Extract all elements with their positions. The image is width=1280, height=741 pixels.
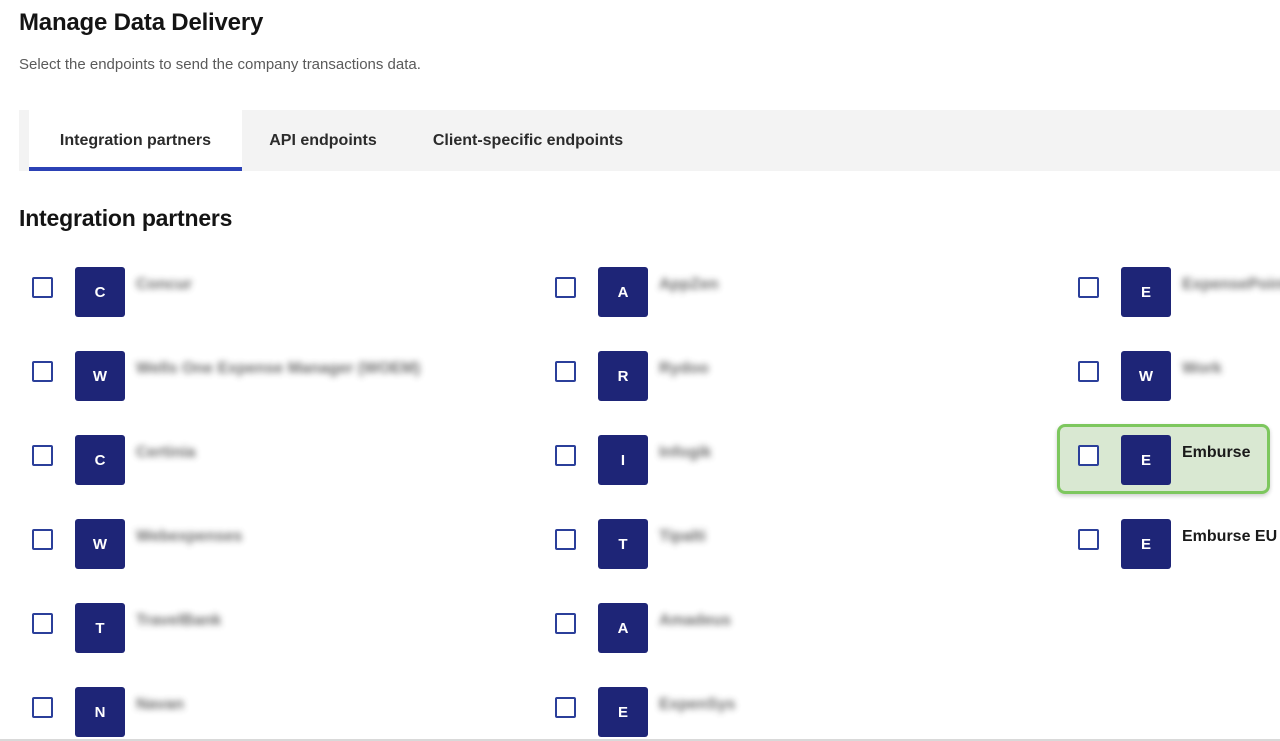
partner-checkbox[interactable] (555, 361, 576, 382)
partner-logo: C (75, 435, 125, 485)
emburse-checkbox[interactable] (1078, 445, 1099, 466)
partner-row: E ExpensePoint (1076, 266, 1280, 350)
partner-checkbox[interactable] (555, 529, 576, 550)
partner-row: N Navan (30, 686, 550, 741)
partner-row: C Certinia (30, 434, 550, 518)
partner-row: A AppZen (553, 266, 1073, 350)
partner-name: ExpensePoint (1182, 276, 1280, 293)
partner-logo: T (598, 519, 648, 569)
partner-name: Amadeus (659, 612, 732, 629)
partner-row: E ExpenSys (553, 686, 1073, 741)
partner-name: Webexpenses (136, 528, 243, 545)
page-subtitle: Select the endpoints to send the company… (19, 56, 421, 73)
partner-logo: W (75, 519, 125, 569)
partner-name: Certinia (136, 444, 196, 461)
partner-checkbox[interactable] (32, 529, 53, 550)
partner-name: Tipalti (659, 528, 706, 545)
partner-logo: W (75, 351, 125, 401)
partner-name-emburse: Emburse (1182, 444, 1251, 461)
partner-column-2: A AppZen R Rydoo I Infogik T Tipalti A A… (553, 266, 1073, 741)
partner-name: Navan (136, 696, 185, 713)
partner-checkbox[interactable] (1078, 277, 1099, 298)
tab-bar: Integration partners API endpoints Clien… (19, 110, 1280, 171)
tab-client-specific-endpoints[interactable]: Client-specific endpoints (404, 110, 652, 171)
partner-name: Infogik (659, 444, 712, 461)
tab-integration-partners[interactable]: Integration partners (29, 110, 242, 171)
partner-checkbox[interactable] (1078, 361, 1099, 382)
tab-api-endpoints[interactable]: API endpoints (242, 110, 404, 171)
partner-logo: C (75, 267, 125, 317)
partner-checkbox[interactable] (555, 445, 576, 466)
partner-name: AppZen (659, 276, 719, 293)
partner-checkbox[interactable] (32, 697, 53, 718)
partner-checkbox[interactable] (32, 613, 53, 634)
section-title: Integration partners (19, 205, 233, 231)
partner-logo: E (1121, 435, 1171, 485)
partner-logo: E (598, 687, 648, 737)
partner-row: R Rydoo (553, 350, 1073, 434)
page-title: Manage Data Delivery (19, 9, 264, 36)
emburse-eu-checkbox[interactable] (1078, 529, 1099, 550)
partner-checkbox[interactable] (555, 697, 576, 718)
partner-row: I Infogik (553, 434, 1073, 518)
partner-column-1: C Concur W Wells One Expense Manager (WO… (30, 266, 550, 741)
partner-row: W Wells One Expense Manager (WOEM) (30, 350, 550, 434)
partner-name: ExpenSys (659, 696, 736, 713)
partner-checkbox[interactable] (32, 361, 53, 382)
partner-checkbox[interactable] (32, 445, 53, 466)
partner-row-emburse-eu: E Emburse EU (1076, 518, 1280, 602)
partner-logo: E (1121, 267, 1171, 317)
partner-row: W Work (1076, 350, 1280, 434)
partner-logo: R (598, 351, 648, 401)
partner-checkbox[interactable] (32, 277, 53, 298)
partner-logo: W (1121, 351, 1171, 401)
partner-row: T TravelBank (30, 602, 550, 686)
partner-logo: A (598, 267, 648, 317)
partner-name-emburse-eu: Emburse EU (1182, 528, 1278, 545)
partner-name: Concur (136, 276, 192, 293)
manage-data-delivery-page: Manage Data Delivery Select the endpoint… (0, 0, 1280, 741)
partner-logo: A (598, 603, 648, 653)
partner-name: Rydoo (659, 360, 709, 377)
partner-logo: E (1121, 519, 1171, 569)
partner-row: C Concur (30, 266, 550, 350)
partner-name: Wells One Expense Manager (WOEM) (136, 360, 421, 377)
partner-column-3: E ExpensePoint W Work E Emburse E Emburs… (1057, 266, 1280, 602)
partner-row: T Tipalti (553, 518, 1073, 602)
partner-name: Work (1182, 360, 1222, 377)
partner-checkbox[interactable] (555, 613, 576, 634)
partner-row: W Webexpenses (30, 518, 550, 602)
partner-logo: T (75, 603, 125, 653)
partner-checkbox[interactable] (555, 277, 576, 298)
partner-row-emburse: E Emburse (1057, 424, 1280, 518)
partner-name: TravelBank (136, 612, 222, 629)
partner-logo: I (598, 435, 648, 485)
partner-logo: N (75, 687, 125, 737)
partner-row: A Amadeus (553, 602, 1073, 686)
